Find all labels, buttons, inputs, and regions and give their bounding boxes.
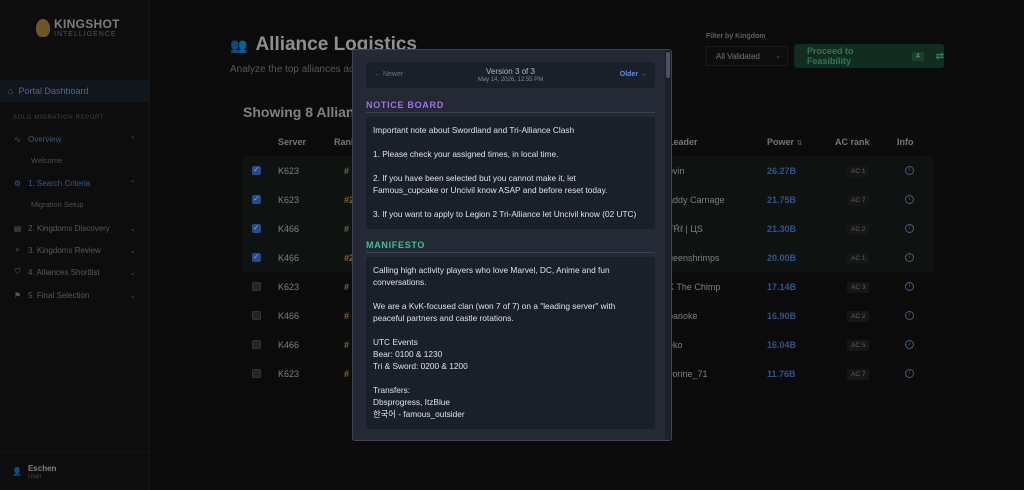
notice-paragraph: Important note about Swordland and Tri-A… xyxy=(373,125,575,135)
manifesto-paragraph: Transfers: Dbsprogress, ItzBlue 한국어 - fa… xyxy=(373,385,465,419)
version-navigator: ← Newer Version 3 of 3 May 14, 2026, 12:… xyxy=(366,62,655,88)
scrollbar-thumb[interactable] xyxy=(666,52,670,78)
notice-paragraph: 1. Please check your assigned times, in … xyxy=(373,149,559,159)
divider xyxy=(366,112,655,113)
version-date: May 14, 2026, 12:55 PM xyxy=(477,77,544,83)
notice-paragraph: 2. If you have been selected but you can… xyxy=(373,173,608,195)
notice-paragraph: 3. If you want to apply to Legion 2 Tri-… xyxy=(373,209,637,219)
notice-board-content: Important note about Swordland and Tri-A… xyxy=(366,117,655,229)
alliance-notice-modal: ← Newer Version 3 of 3 May 14, 2026, 12:… xyxy=(352,49,672,441)
manifesto-heading: MANIFESTO xyxy=(366,240,426,250)
divider xyxy=(366,252,655,253)
manifesto-paragraph: UTC Events Bear: 0100 & 1230 Tri & Sword… xyxy=(373,337,468,371)
version-label: Version 3 of 3 xyxy=(486,67,535,76)
modal-scrollbar[interactable] xyxy=(665,50,671,440)
older-button[interactable]: Older → xyxy=(620,71,647,78)
manifesto-paragraph: Calling high activity players who love M… xyxy=(373,265,610,287)
manifesto-paragraph: We are a KvK-focused clan (won 7 of 7) o… xyxy=(373,301,616,323)
manifesto-content: Calling high activity players who love M… xyxy=(366,257,655,429)
notice-board-heading: NOTICE BOARD xyxy=(366,100,444,110)
